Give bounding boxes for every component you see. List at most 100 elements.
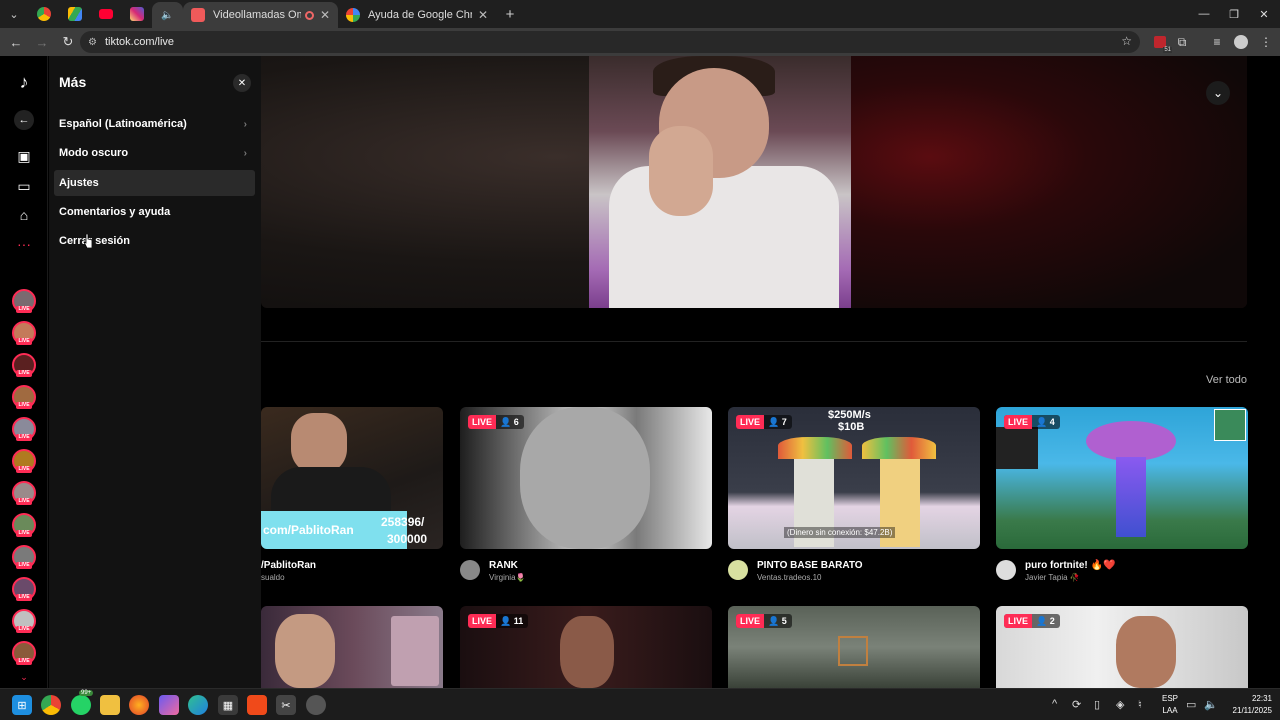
menu-item-label: Comentarios y ayuda [59,206,171,218]
chevron-right-icon: › [243,118,247,130]
back-arrow-icon[interactable]: ← [12,108,36,132]
menu-item-settings[interactable]: Ajustes [54,170,255,196]
pinned-tab-youtube[interactable] [90,0,121,28]
pinned-tab-instagram[interactable] [121,0,152,28]
tab-search-button[interactable]: ⌄ [0,0,28,28]
edge-icon[interactable] [188,695,208,715]
home-icon[interactable]: ⌂ [12,203,36,227]
new-tab-button[interactable]: + [496,0,524,28]
scene-door [838,636,868,666]
live-card[interactable]: LIVE 👤 2 [996,606,1248,688]
tab-chrome-help[interactable]: Ayuda de Google Chrome ✕ [338,2,496,28]
profile-avatar[interactable] [1229,30,1253,54]
start-windows-icon[interactable]: ⊞ [12,695,32,715]
sync-icon[interactable]: ⟳ [1072,698,1081,711]
usb-icon[interactable]: ▯ [1094,698,1100,711]
menu-item-dark-mode[interactable]: Modo oscuro › [54,140,255,166]
chevron-right-icon: › [243,147,247,159]
scroll-down-chevron-icon[interactable]: ⌄ [12,670,36,684]
live-badge: LIVE [16,306,32,313]
card-username[interactable]: Javier Tapia 🥀 [1025,573,1080,582]
live-card[interactable]: $250M/s $10B (Dinero sin conexión: $47.2… [728,407,980,549]
tiktok-logo-icon[interactable]: ♪ [12,70,36,94]
site-settings-icon[interactable]: ⚙ [88,37,97,48]
live-badge: LIVE 👤 11 [468,614,529,628]
more-dots-icon[interactable]: ··· [12,232,36,256]
volume-icon[interactable]: 🔈 [1204,698,1218,711]
overlay-money-total: $10B [838,421,865,433]
live-card[interactable]: LIVE 👤 6 [460,407,712,549]
pinned-tab-drive[interactable] [59,0,90,28]
shield-icon[interactable]: ◈ [1116,698,1124,711]
card-title[interactable]: puro fortnite! 🔥❤️ [1025,560,1115,571]
address-bar[interactable]: ⚙ tiktok.com/live ☆ [80,31,1140,53]
card-title[interactable]: RANK [489,560,518,571]
brave-icon[interactable] [247,695,267,715]
minimize-icon[interactable]: — [1188,0,1220,28]
chevron-down-icon[interactable]: ⌄ [1206,81,1230,105]
extension-icon[interactable]: 51 [1148,30,1172,54]
capcut-icon[interactable]: ✂ [276,695,296,715]
live-tv-icon[interactable]: ▣ [12,144,36,168]
live-card[interactable]: LIVE 👤 11 [460,606,712,688]
pinned-tab-audio[interactable]: 🔈 [152,2,183,28]
whatsapp-icon[interactable]: 99+ [71,690,94,715]
card-title[interactable]: PINTO BASE BARATO [757,560,863,571]
card-username[interactable]: Ventas.tradeos.10 [757,573,822,582]
hand-cursor-icon [84,234,92,248]
back-icon[interactable]: ← [4,30,28,54]
steam-icon[interactable] [306,695,326,715]
show-hidden-icons-chevron[interactable]: ^ [1052,698,1057,710]
url-text: tiktok.com/live [104,36,175,48]
live-card[interactable]: LIVE 👤 5 [728,606,980,688]
see-all-link[interactable]: Ver todo [1206,374,1247,386]
avatar[interactable] [460,560,480,580]
copilot-icon[interactable] [159,695,179,715]
tab-ometv[interactable]: Videollamadas OmeTV — ✕ [183,2,338,28]
blurred-backdrop-right [851,56,1247,308]
card-username[interactable]: sualdo [261,573,285,582]
avatar[interactable] [728,560,748,580]
speaker-icon: 🔈 [161,9,174,21]
live-badge: LIVE [16,562,32,569]
chrome-taskbar-icon[interactable] [41,695,61,715]
clock[interactable]: 22:31 21/11/2025 [1226,693,1272,717]
avatar[interactable] [996,560,1016,580]
close-tab-icon[interactable]: ✕ [320,8,330,22]
media-control-icon[interactable]: ≡ [1205,30,1229,54]
network-icon[interactable]: ▭ [1186,698,1196,711]
live-badge: LIVE [16,530,32,537]
video-camera-icon[interactable]: ▭ [12,174,36,198]
live-card[interactable] [261,606,443,688]
viewer-count: 👤 2 [1036,615,1055,626]
menu-item-feedback[interactable]: Comentarios y ayuda [54,199,255,225]
windows-taskbar: ⊞ 99+ ▦ ✂ ^ ⟳ ▯ ◈ ♮ ESP LAA ▭ 🔈 22:31 21/1… [0,688,1280,720]
card-username[interactable]: Virginia🌷 [489,573,526,582]
store-icon[interactable]: ▦ [218,695,238,715]
reload-icon[interactable]: ↻ [56,30,80,54]
extensions-puzzle-icon[interactable]: ⧉ [1170,30,1194,54]
restore-icon[interactable]: ❐ [1218,0,1250,28]
tiktok-live-page: ♪ ← ▣ ▭ ⌂ ··· LIVE LIVE LIVE LIVE LIVE L… [0,56,1280,688]
card-title[interactable]: /PablitoRan [261,560,316,571]
file-explorer-icon[interactable] [100,695,120,715]
firefox-icon[interactable] [129,695,149,715]
close-window-icon[interactable]: ✕ [1248,0,1280,28]
live-card[interactable]: com/PablitoRan 258396/ 300000 [261,407,443,549]
bookmark-star-icon[interactable]: ☆ [1121,34,1132,48]
menu-kebab-icon[interactable]: ⋮ [1254,30,1278,54]
live-badge: LIVE 👤 2 [1004,614,1060,628]
featured-live-player[interactable] [261,56,1247,308]
language-indicator[interactable]: ESP LAA [1158,693,1182,717]
close-tab-icon[interactable]: ✕ [478,8,488,22]
live-card[interactable]: LIVE 👤 4 [996,407,1248,549]
storm-cloud [1086,421,1176,461]
menu-item-language[interactable]: Español (Latinoamérica) › [54,111,255,137]
live-video-frame[interactable] [589,56,851,308]
forward-icon[interactable]: → [30,30,54,54]
close-icon[interactable]: ✕ [233,74,251,92]
microphone-icon[interactable]: ♮ [1138,698,1142,711]
menu-item-label: Español (Latinoamérica) [59,118,187,130]
pinned-tab-chrome[interactable] [28,0,59,28]
streamer-shirt [609,166,839,308]
